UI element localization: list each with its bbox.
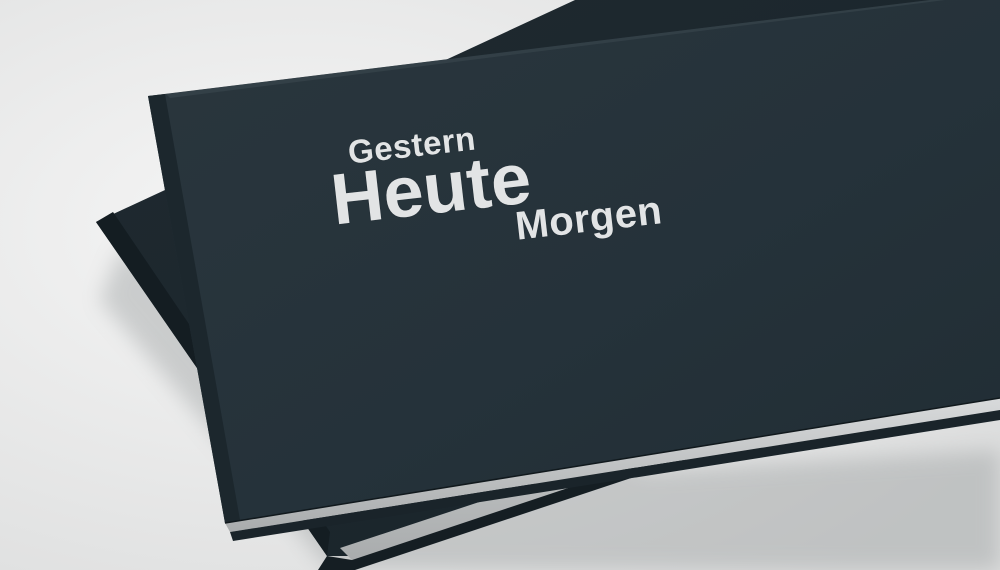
book-mockup-scene: Gestern Heute Morgen — [0, 0, 1000, 570]
book-stack-illustration — [0, 0, 1000, 570]
